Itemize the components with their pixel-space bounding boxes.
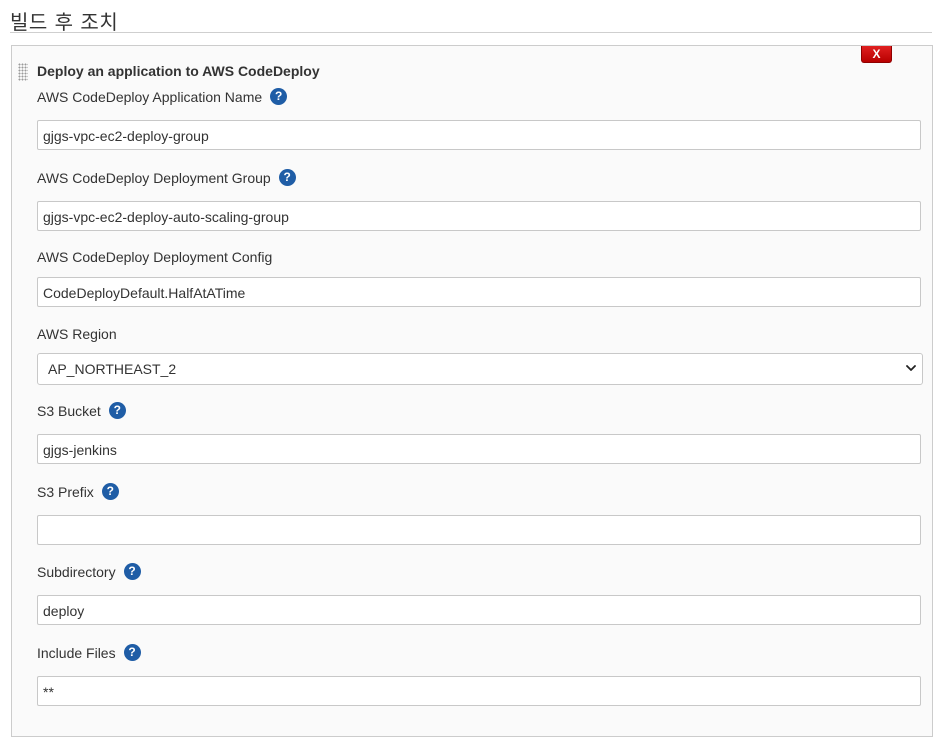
include-files-label: Include Files ? bbox=[37, 644, 141, 661]
deployment-group-label-text: AWS CodeDeploy Deployment Group bbox=[37, 169, 271, 186]
subdirectory-label: Subdirectory ? bbox=[37, 563, 141, 580]
application-name-input[interactable]: gjgs-vpc-ec2-deploy-group bbox=[37, 120, 921, 150]
delete-button[interactable]: X bbox=[861, 46, 892, 63]
help-icon[interactable]: ? bbox=[123, 563, 141, 580]
subdirectory-input[interactable]: deploy bbox=[37, 595, 921, 625]
s3-bucket-label-text: S3 Bucket bbox=[37, 402, 101, 419]
s3-bucket-input[interactable]: gjgs-jenkins bbox=[37, 434, 921, 464]
region-select[interactable]: AP_NORTHEAST_2 bbox=[37, 353, 923, 385]
s3-bucket-label: S3 Bucket ? bbox=[37, 402, 126, 419]
region-select-value: AP_NORTHEAST_2 bbox=[48, 361, 177, 377]
panel-title: Deploy an application to AWS CodeDeploy bbox=[37, 63, 320, 79]
help-icon[interactable]: ? bbox=[108, 402, 126, 419]
application-name-label: AWS CodeDeploy Application Name ? bbox=[37, 88, 288, 105]
application-name-label-text: AWS CodeDeploy Application Name bbox=[37, 88, 263, 105]
s3-prefix-label-text: S3 Prefix bbox=[37, 483, 94, 500]
deployment-config-input[interactable]: CodeDeployDefault.HalfAtATime bbox=[37, 277, 921, 307]
section-title: 빌드 후 조치 bbox=[10, 10, 119, 34]
s3-prefix-label: S3 Prefix ? bbox=[37, 483, 119, 500]
s3-prefix-input[interactable] bbox=[37, 515, 921, 545]
drag-handle-icon[interactable] bbox=[18, 63, 28, 81]
deployment-group-input[interactable]: gjgs-vpc-ec2-deploy-auto-scaling-group bbox=[37, 201, 921, 231]
help-icon[interactable]: ? bbox=[278, 169, 296, 186]
section-header: 빌드 후 조치 bbox=[10, 4, 932, 34]
codedeploy-panel: X Deploy an application to AWS CodeDeplo… bbox=[11, 45, 933, 737]
help-icon[interactable]: ? bbox=[101, 483, 119, 500]
include-files-input[interactable]: ** bbox=[37, 676, 921, 706]
chevron-down-icon bbox=[906, 365, 916, 371]
help-icon[interactable]: ? bbox=[123, 644, 141, 661]
region-label: AWS Region bbox=[37, 326, 117, 342]
deployment-config-label: AWS CodeDeploy Deployment Config bbox=[37, 249, 272, 265]
help-icon[interactable]: ? bbox=[270, 88, 288, 105]
include-files-label-text: Include Files bbox=[37, 644, 116, 661]
subdirectory-label-text: Subdirectory bbox=[37, 563, 116, 580]
deployment-config-label-text: AWS CodeDeploy Deployment Config bbox=[37, 249, 273, 265]
region-label-text: AWS Region bbox=[37, 326, 117, 342]
deployment-group-label: AWS CodeDeploy Deployment Group ? bbox=[37, 169, 296, 186]
